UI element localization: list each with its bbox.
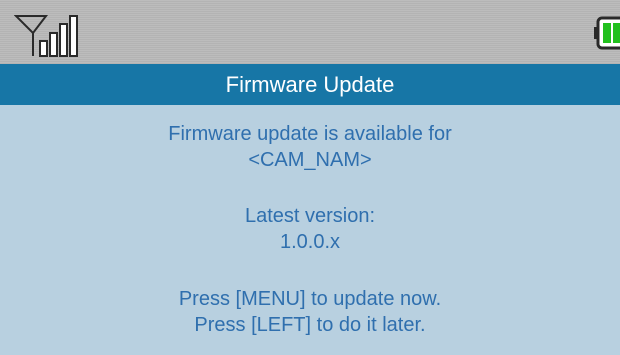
firmware-update-screen: Firmware Update Firmware update is avail… [0, 0, 620, 355]
update-available-text: Firmware update is available for [168, 123, 452, 145]
update-later-instruction: Press [LEFT] to do it later. [194, 314, 426, 336]
status-bar [0, 0, 620, 64]
update-now-instruction: Press [MENU] to update now. [178, 288, 442, 310]
latest-version-label: Latest version: [244, 205, 376, 227]
signal-strength-icon [14, 15, 78, 57]
battery-icon [594, 16, 620, 50]
latest-version-value: 1.0.0.x [279, 231, 341, 253]
page-title: Firmware Update [0, 64, 620, 105]
camera-name-text: <CAM_NAM> [248, 149, 372, 171]
update-message: Firmware update is available for <CAM_NA… [0, 105, 620, 355]
